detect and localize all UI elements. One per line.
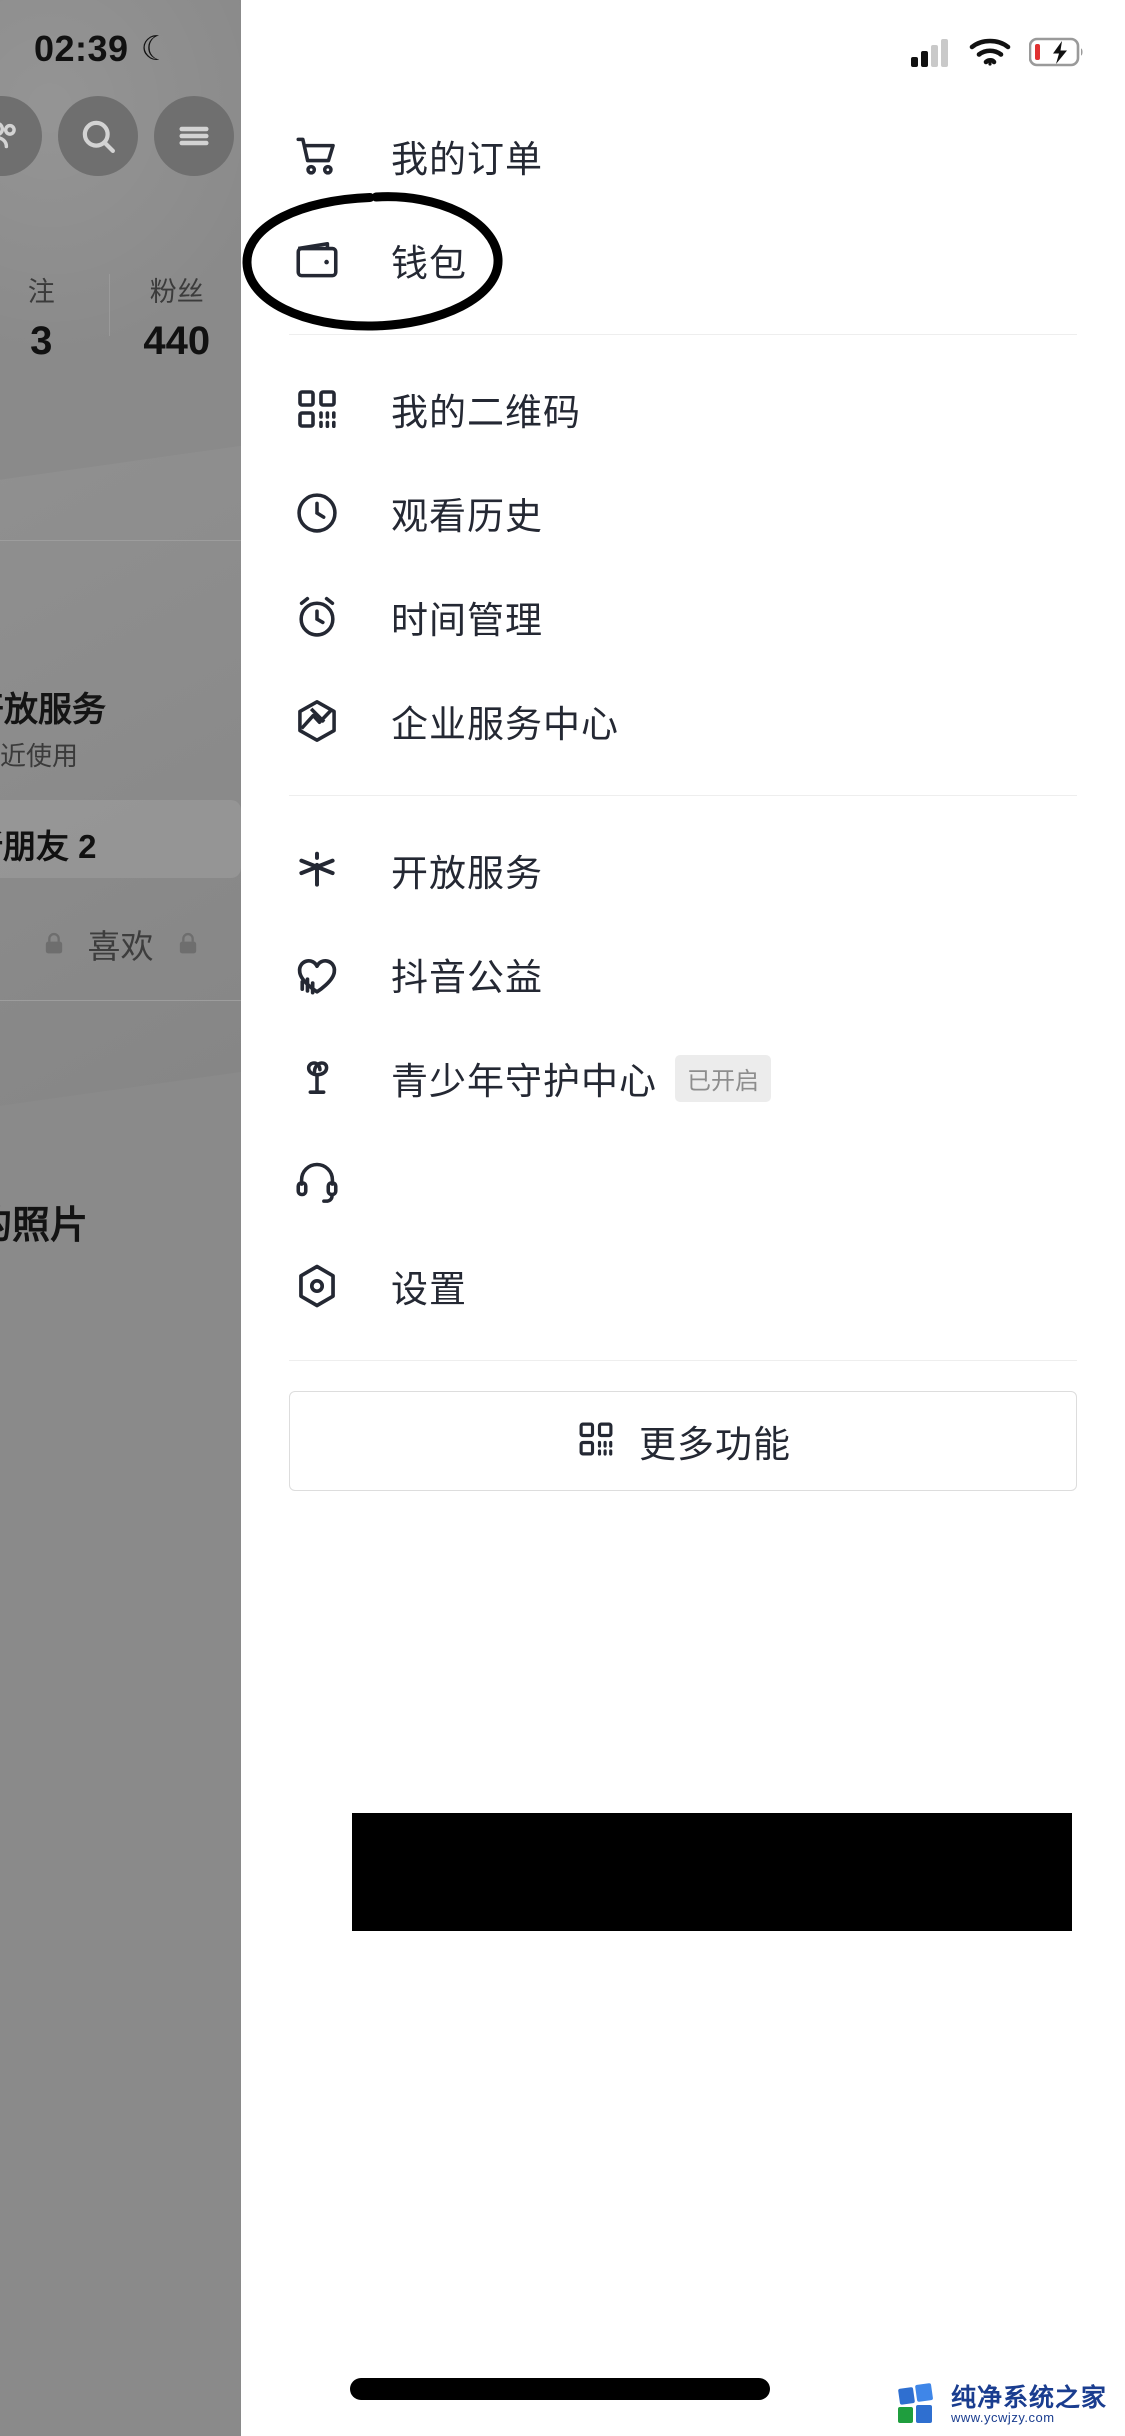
- redaction-bar-support-label: [352, 1813, 1072, 1931]
- background-sheen-secondary: [0, 444, 241, 1136]
- more-features-label: 更多功能: [639, 1424, 791, 1465]
- alarm-clock-icon: [289, 589, 345, 645]
- sprout-icon: [289, 1050, 345, 1106]
- menu-item-watch-history[interactable]: 观看历史: [241, 461, 1125, 565]
- menu-item-enterprise-service[interactable]: 企业服务中心: [241, 669, 1125, 773]
- background-like-label: 喜欢: [87, 928, 154, 965]
- drawer-divider-2: [289, 795, 1077, 796]
- drawer-divider-1: [289, 334, 1077, 335]
- menu-label-enterprise-service: 企业服务中心: [391, 704, 619, 745]
- search-icon[interactable]: [58, 96, 138, 176]
- watermark-logo-icon: [897, 2383, 933, 2423]
- asterisk-service-icon: [289, 842, 345, 898]
- background-status-time: 02:39 ☾: [34, 28, 172, 70]
- background-new-friends-label: 新朋友 2: [0, 828, 97, 865]
- stat-following-count: 3: [30, 319, 53, 363]
- headset-support-icon: [289, 1154, 345, 1210]
- menu-item-time-management[interactable]: 时间管理: [241, 565, 1125, 669]
- menu-item-settings[interactable]: 设置: [241, 1234, 1125, 1338]
- menu-item-wallet[interactable]: 钱包: [241, 208, 1125, 312]
- settings-gear-icon: [289, 1258, 345, 1314]
- signal-bars-icon: [911, 37, 951, 67]
- status-time-text: 02:39: [34, 28, 129, 69]
- menu-item-open-service[interactable]: 开放服务: [241, 818, 1125, 922]
- watermark-name: 纯净系统之家: [950, 2384, 1107, 2413]
- background-divider-1: [0, 540, 241, 541]
- wallet-icon: [289, 232, 345, 288]
- stat-fans[interactable]: 粉丝 440: [110, 270, 242, 364]
- drawer-divider-3: [289, 1360, 1077, 1361]
- more-features-button[interactable]: 更多功能: [289, 1391, 1077, 1491]
- menu-item-my-qr-code[interactable]: 我的二维码: [241, 357, 1125, 461]
- lock-icon-right: [179, 932, 196, 954]
- moon-icon: ☾: [140, 30, 172, 68]
- stat-fans-label: 粉丝: [149, 277, 204, 307]
- watermark-url: www.ycwjzy.com: [950, 2410, 1055, 2426]
- menu-item-customer-support[interactable]: [241, 1130, 1125, 1234]
- status-badge-enabled: 已开启: [675, 1054, 771, 1102]
- drawer-menu-list: 我的订单 钱包 我的二维码 观看历史 时间管理 企业服务中心 开放服务 抖音公益…: [241, 104, 1125, 1491]
- background-divider-2: [0, 1000, 241, 1001]
- menu-label-wallet: 钱包: [391, 243, 467, 284]
- hamburger-menu-icon[interactable]: [154, 96, 234, 176]
- clock-history-icon: [289, 485, 345, 541]
- stat-fans-count: 440: [143, 319, 211, 363]
- side-drawer-panel: 我的订单 钱包 我的二维码 观看历史 时间管理 企业服务中心 开放服务 抖音公益…: [241, 0, 1125, 2436]
- menu-label-douyin-charity: 抖音公益: [391, 957, 543, 998]
- wifi-icon: [969, 36, 1011, 68]
- menu-label-my-qr-code: 我的二维码: [391, 392, 581, 433]
- watermark: 纯净系统之家 www.ycwjzy.com: [897, 2382, 1107, 2428]
- menu-item-douyin-charity[interactable]: 抖音公益: [241, 922, 1125, 1026]
- background-like-tab[interactable]: 喜欢: [0, 920, 241, 968]
- menu-label-settings: 设置: [391, 1269, 467, 1310]
- menu-label-open-service: 开放服务: [391, 853, 543, 894]
- menu-label-my-orders: 我的订单: [391, 139, 543, 180]
- menu-label-watch-history: 观看历史: [391, 496, 543, 537]
- status-bar-icons: [911, 28, 1085, 76]
- stat-following-label: 注: [27, 277, 55, 307]
- battery-charging-icon: [1029, 37, 1085, 67]
- enterprise-hexagon-icon: [289, 693, 345, 749]
- stat-following[interactable]: 注 3: [0, 270, 109, 364]
- menu-label-time-management: 时间管理: [391, 600, 543, 641]
- heart-charity-icon: [289, 946, 345, 1002]
- grid-apps-icon: [575, 1418, 617, 1465]
- qr-code-icon: [289, 381, 345, 437]
- background-tab-bar[interactable]: 消息 3 我: [0, 1420, 241, 1500]
- home-indicator: [350, 2378, 770, 2400]
- background-recent-used: 最近使用: [0, 741, 79, 771]
- background-profile-stats: 注 3 粉丝 440: [0, 270, 241, 364]
- lock-icon-left: [45, 932, 62, 954]
- friends-icon[interactable]: [0, 96, 42, 176]
- menu-item-teen-protection[interactable]: 青少年守护中心 已开启: [241, 1026, 1125, 1130]
- phone-screen: 02:39 ☾ 注 3 粉丝 440 放服务 近使用 朋友 2 喜欢 照片 我的…: [0, 0, 1125, 2436]
- background-photos-label: 的照片: [0, 1205, 89, 1247]
- background-open-service-title: 开放服务: [0, 691, 106, 729]
- menu-item-my-orders[interactable]: 我的订单: [241, 104, 1125, 208]
- menu-label-teen-protection: 青少年守护中心: [391, 1061, 657, 1102]
- background-action-buttons[interactable]: [0, 96, 234, 176]
- shopping-cart-icon: [289, 128, 345, 184]
- dimmed-background-app[interactable]: 02:39 ☾ 注 3 粉丝 440 放服务 近使用 朋友 2 喜欢 照片: [0, 0, 241, 2436]
